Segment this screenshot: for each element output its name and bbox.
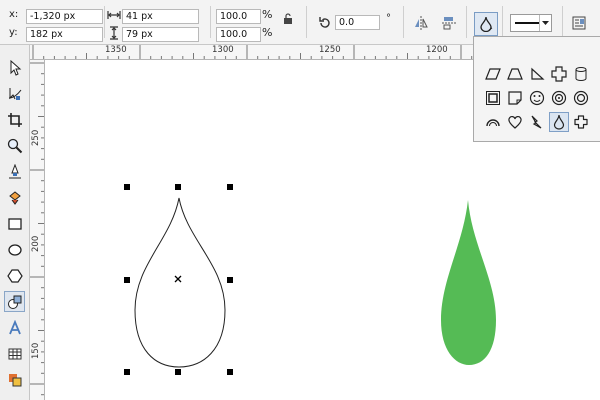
plus-shape-icon[interactable] [571,112,591,132]
resize-handle-top-left[interactable] [124,184,130,190]
resize-handle-top-right[interactable] [227,184,233,190]
zoom-tool-icon[interactable] [4,135,25,156]
mirror-horizontal-icon[interactable] [412,14,430,32]
ruler-label: 150 [31,342,41,359]
chevron-down-icon [539,15,551,31]
x-label: x: [9,9,19,20]
toolbox [0,45,30,400]
ruler-label: 1350 [105,45,127,55]
separator [210,6,211,38]
resize-handle-right[interactable] [227,277,233,283]
green-teardrop-shape[interactable] [441,200,496,365]
separator [403,6,404,38]
vertical-ruler[interactable]: 250 200 150 [30,60,45,400]
table-tool-icon[interactable] [4,343,25,364]
heart-shape-icon[interactable] [505,112,525,132]
basic-shape-picker-button[interactable] [474,12,498,36]
separator [502,6,503,38]
rotate-icon [316,14,334,32]
shape-tool-icon[interactable] [4,83,25,104]
resize-handle-bottom-left[interactable] [124,369,130,375]
right-triangle-shape-icon[interactable] [527,64,547,84]
separator [562,6,563,38]
resize-handle-left[interactable] [124,277,130,283]
resize-handle-top[interactable] [175,184,181,190]
lock-ratio-icon[interactable] [279,10,297,28]
crop-tool-icon[interactable] [4,109,25,130]
freehand-tool-icon[interactable] [4,161,25,182]
resize-handle-bottom[interactable] [175,369,181,375]
ruler-label: 1300 [212,45,234,55]
cylinder-shape-icon[interactable] [571,64,591,84]
x-position-field[interactable]: -1,320 px [26,9,103,24]
ruler-label: 1200 [426,45,448,55]
perfect-shapes-panel [473,36,600,142]
ring-shape-icon[interactable] [549,88,569,108]
text-tool-icon[interactable] [4,317,25,338]
frame-shape-icon[interactable] [483,88,503,108]
ruler-label: 1250 [319,45,341,55]
degree-label: ° [386,13,391,24]
separator [466,6,467,38]
center-marker-icon[interactable] [174,275,182,283]
ellipse-tool-icon[interactable] [4,239,25,260]
percent-x-label: % [262,8,273,21]
percent-y-label: % [262,26,273,39]
wrap-text-icon[interactable] [570,14,588,32]
parallelogram-shape-icon[interactable] [483,64,503,84]
rotation-field[interactable]: 0.0 [335,15,380,30]
selected-teardrop-shape[interactable] [134,197,226,368]
width-field[interactable]: 41 px [122,9,199,24]
polygon-tool-icon[interactable] [4,265,25,286]
resize-handle-bottom-right[interactable] [227,369,233,375]
scale-y-field[interactable]: 100.0 [216,27,261,42]
separator [104,6,105,38]
ruler-label: 250 [31,129,41,146]
teardrop-shape-icon[interactable] [549,112,569,132]
outline-style-dropdown[interactable] [510,14,552,32]
trapezoid-shape-icon[interactable] [505,64,525,84]
basic-shapes-tool-icon[interactable] [4,291,25,312]
donut-shape-icon[interactable] [571,88,591,108]
ruler-label: 200 [31,235,41,252]
cross-shape-icon[interactable] [549,64,569,84]
smart-fill-tool-icon[interactable] [4,187,25,208]
y-position-field[interactable]: 182 px [26,27,103,42]
height-field[interactable]: 79 px [122,27,199,42]
lightning-shape-icon[interactable] [527,112,547,132]
interactive-fill-tool-icon[interactable] [4,369,25,390]
folded-corner-shape-icon[interactable] [505,88,525,108]
pick-tool-icon[interactable] [4,57,25,78]
rectangle-tool-icon[interactable] [4,213,25,234]
line-sample [515,22,539,24]
arc-shape-icon[interactable] [483,112,503,132]
separator [306,6,307,38]
mirror-vertical-icon[interactable] [440,14,458,32]
height-icon [108,26,120,43]
scale-x-field[interactable]: 100.0 [216,9,261,24]
smiley-shape-icon[interactable] [527,88,547,108]
y-label: y: [9,27,18,38]
width-icon [107,9,121,24]
